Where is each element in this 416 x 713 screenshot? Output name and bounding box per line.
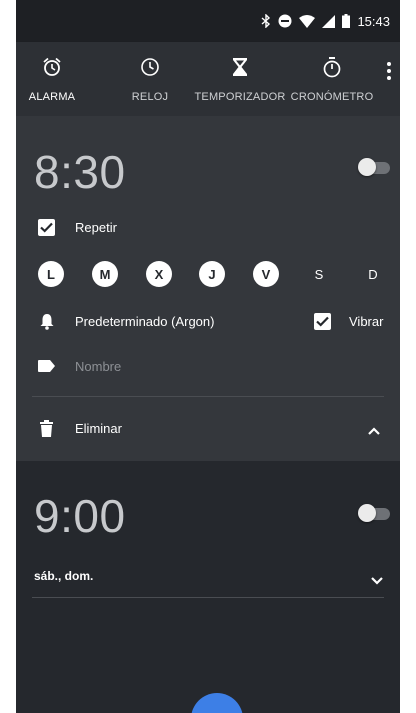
battery-icon	[342, 14, 351, 28]
clock-app-screen: 15:43 ALARMA RELOJ TEMPORIZADOR CRONÓMET…	[16, 0, 400, 713]
alarm2-time[interactable]: 9:00	[34, 489, 126, 543]
day-wednesday[interactable]: X	[146, 261, 172, 287]
vibrate-checkbox[interactable]	[314, 312, 331, 330]
day-tuesday[interactable]: M	[92, 261, 118, 287]
tab-clock[interactable]: RELOJ	[124, 42, 176, 116]
do-not-disturb-icon	[278, 14, 292, 28]
alarm-toggle[interactable]	[358, 158, 392, 176]
repeat-checkbox[interactable]	[38, 218, 55, 236]
label-tag-icon	[38, 360, 55, 372]
stopwatch-icon	[323, 56, 341, 78]
delete-row[interactable]: Eliminar	[16, 418, 400, 438]
tab-stopwatch[interactable]: CRONÓMETRO	[291, 42, 373, 116]
trash-icon	[38, 419, 55, 437]
weekday-selector: L M X J V S D	[38, 261, 398, 287]
signal-icon	[322, 14, 336, 28]
day-friday[interactable]: V	[253, 261, 279, 287]
name-row[interactable]: Nombre	[16, 356, 400, 376]
chevron-up-icon[interactable]	[368, 422, 380, 440]
bluetooth-icon	[261, 14, 271, 28]
bell-icon	[38, 313, 55, 330]
status-time: 15:43	[357, 13, 390, 29]
alarm2-days-summary: sáb., dom.	[34, 569, 94, 583]
divider	[32, 396, 384, 397]
repeat-row[interactable]: Repetir	[16, 217, 400, 237]
alarm-name-input[interactable]: Nombre	[75, 359, 121, 374]
alarm-icon	[42, 56, 62, 78]
alarm2-toggle[interactable]	[358, 504, 392, 522]
wifi-icon	[299, 14, 316, 28]
divider	[32, 597, 384, 598]
day-saturday[interactable]: S	[306, 261, 332, 287]
alarm2-summary-row[interactable]: sáb., dom.	[16, 566, 400, 586]
tab-timer[interactable]: TEMPORIZADOR	[192, 42, 288, 116]
tab-bar: ALARMA RELOJ TEMPORIZADOR CRONÓMETRO	[16, 42, 400, 116]
repeat-label: Repetir	[75, 219, 117, 235]
delete-label: Eliminar	[75, 420, 122, 436]
day-thursday[interactable]: J	[199, 261, 225, 287]
vibrate-label: Vibrar	[349, 313, 384, 329]
overflow-menu-icon[interactable]	[378, 62, 400, 92]
status-bar: 15:43	[16, 0, 400, 42]
hourglass-icon	[232, 56, 248, 78]
clock-icon	[140, 56, 160, 78]
tab-alarm[interactable]: ALARMA	[24, 42, 80, 116]
alarm-time[interactable]: 8:30	[34, 145, 126, 199]
day-sunday[interactable]: D	[360, 261, 386, 287]
vibrate-row[interactable]: Vibrar	[314, 311, 400, 331]
day-monday[interactable]: L	[38, 261, 64, 287]
chevron-down-icon[interactable]	[371, 572, 383, 590]
ringtone-label[interactable]: Predeterminado (Argon)	[75, 314, 214, 329]
